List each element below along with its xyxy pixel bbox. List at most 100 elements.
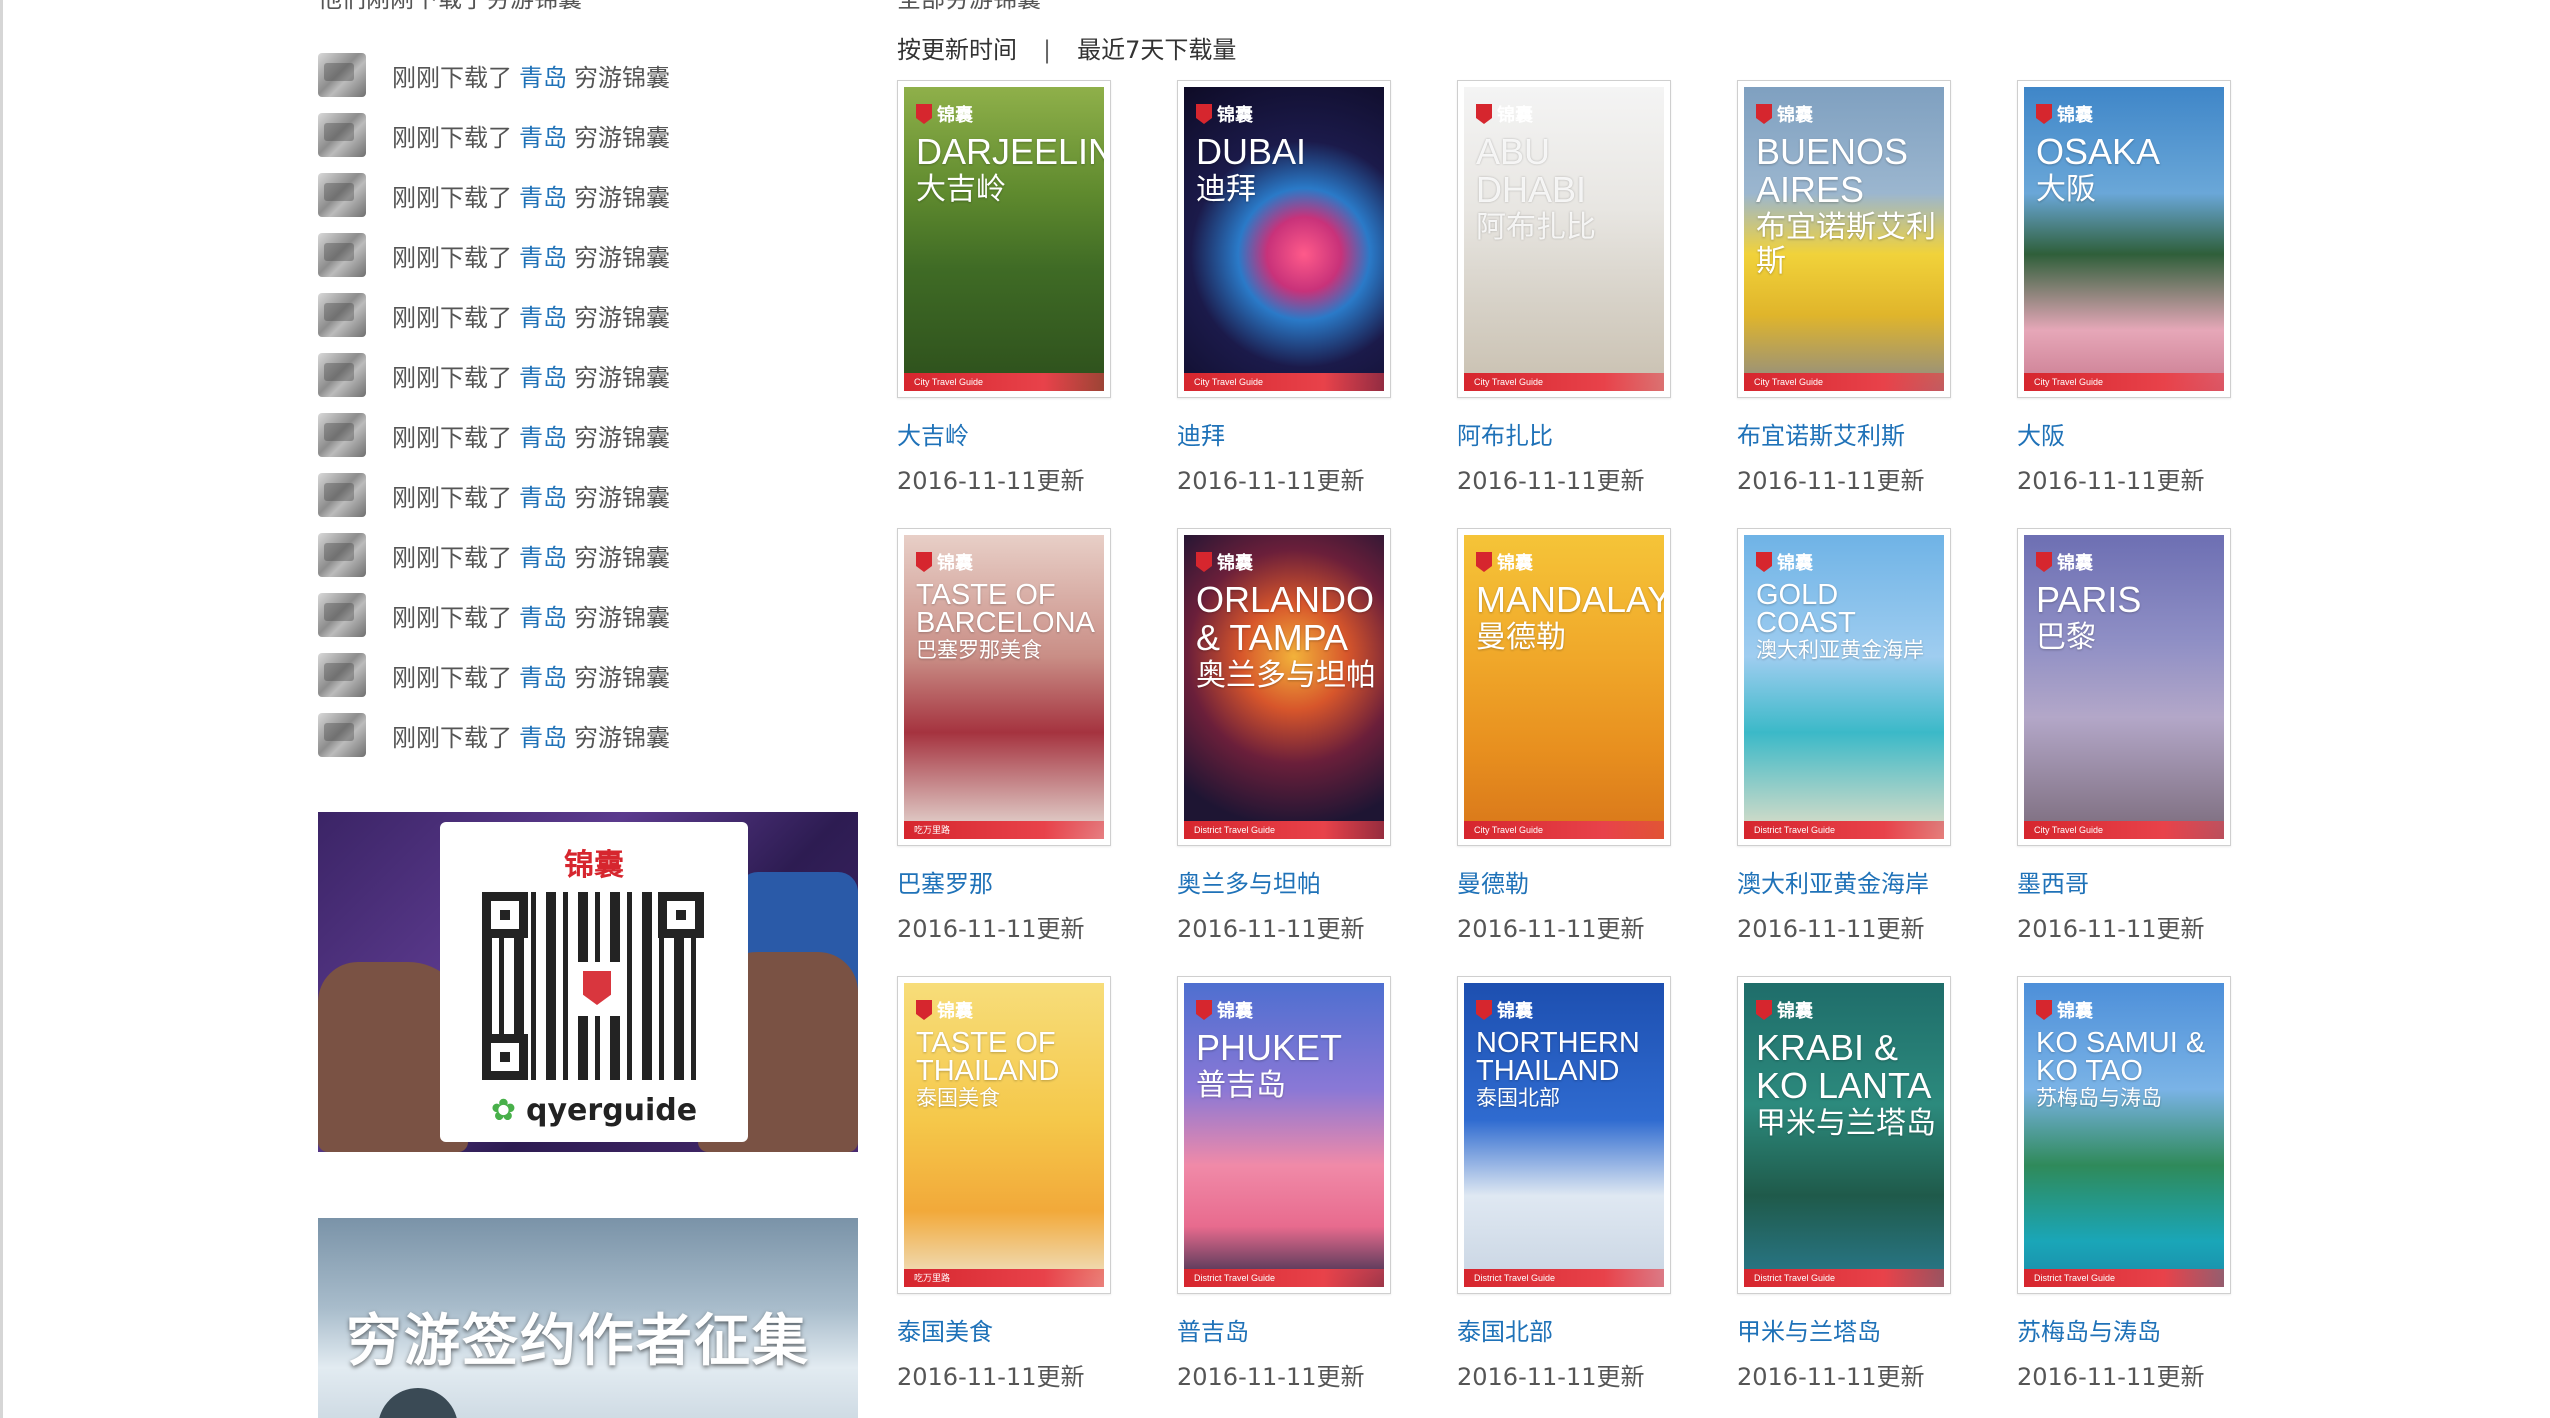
avatar[interactable] (318, 353, 366, 397)
guide-card[interactable]: 锦囊 PARIS 巴黎 City Travel Guide 墨西哥 2016-11-11更… (2017, 528, 2247, 944)
city-link[interactable]: 青岛 (519, 424, 567, 452)
avatar[interactable] (318, 713, 366, 757)
brand-logo-icon: 锦囊 (2036, 997, 2093, 1023)
avatar[interactable] (318, 653, 366, 697)
city-link[interactable]: 青岛 (519, 124, 567, 152)
avatar[interactable] (318, 113, 366, 157)
avatar[interactable] (318, 533, 366, 577)
guide-cover[interactable]: 锦囊 GOLD COAST 澳大利亚黄金海岸 District Travel Guid… (1737, 528, 1951, 846)
city-link[interactable]: 青岛 (519, 724, 567, 752)
guide-title-link[interactable]: 阿布扎比 (1457, 416, 1687, 451)
guide-card[interactable]: 锦囊 DARJEELING大吉岭 City Travel Guide 大吉岭 2016-… (897, 80, 1127, 496)
guide-cover[interactable]: 锦囊 DARJEELING大吉岭 City Travel Guide (897, 80, 1111, 398)
recent-download-text: 刚刚下载了 青岛 穷游锦囊 (392, 238, 670, 273)
cover-band: District Travel Guide (1184, 1269, 1384, 1287)
sort-by-downloads-link[interactable]: 最近7天下载量 (1077, 36, 1236, 64)
guide-title-link[interactable]: 泰国美食 (897, 1312, 1127, 1347)
recent-download-text: 刚刚下载了 青岛 穷游锦囊 (392, 478, 670, 513)
recent-prefix: 刚刚下载了 (392, 663, 512, 692)
guide-cover[interactable]: 锦囊 ORLANDO & TAMPA 奥兰多与坦帕 District Travel G… (1177, 528, 1391, 846)
guide-cover[interactable]: 锦囊 KO SAMUI & KO TAO 苏梅岛与涛岛 District Travel… (2017, 976, 2231, 1294)
guide-cover-image: 锦囊 NORTHERN THAILAND 泰国北部 District Travel G… (1464, 983, 1664, 1287)
guide-card[interactable]: 锦囊 TASTE OF THAILAND 泰国美食 吃万里路 泰国美食 2016-11-1… (897, 976, 1127, 1392)
guide-card[interactable]: 锦囊 PHUKET 普吉岛 District Travel Guide 普吉岛 2016-… (1177, 976, 1407, 1392)
city-link[interactable]: 青岛 (519, 364, 567, 392)
sort-bar: 按更新时间 | 最近7天下载量 (897, 30, 1236, 65)
avatar[interactable] (318, 53, 366, 97)
guide-card[interactable]: 锦囊 KO SAMUI & KO TAO 苏梅岛与涛岛 District Travel… (2017, 976, 2247, 1392)
city-link[interactable]: 青岛 (519, 244, 567, 272)
guide-title-link[interactable]: 墨西哥 (2017, 864, 2247, 899)
brand-logo-icon: 锦囊 (916, 101, 973, 127)
city-link[interactable]: 青岛 (519, 304, 567, 332)
guide-cover[interactable]: 锦囊 NORTHERN THAILAND 泰国北部 District Travel G… (1457, 976, 1671, 1294)
guide-title-link[interactable]: 迪拜 (1177, 416, 1407, 451)
guide-card[interactable]: 锦囊 ABU DHABI 阿布扎比 City Travel Guide 阿布扎比 2016… (1457, 80, 1687, 496)
guide-card[interactable]: 锦囊 BUENOS AIRES 布宜诺斯艾利斯 City Travel Guide 布宜… (1737, 80, 1967, 496)
avatar[interactable] (318, 293, 366, 337)
guide-title-link[interactable]: 泰国北部 (1457, 1312, 1687, 1347)
guide-card[interactable]: 锦囊 DUBAI 迪拜 City Travel Guide 迪拜 2016-11-11更新 (1177, 80, 1407, 496)
guide-title-link[interactable]: 苏梅岛与涛岛 (2017, 1312, 2247, 1347)
guide-update-date: 2016-11-11更新 (2017, 1363, 2205, 1391)
cover-english-title: OSAKA 大阪 (2036, 133, 2218, 207)
guide-cover[interactable]: 锦囊 KRABI & KO LANTA 甲米与兰塔岛 District Travel … (1737, 976, 1951, 1294)
guide-title-link[interactable]: 布宜诺斯艾利斯 (1737, 416, 1967, 451)
recent-suffix: 穷游锦囊 (574, 483, 670, 512)
city-link[interactable]: 青岛 (519, 604, 567, 632)
recent-prefix: 刚刚下载了 (392, 303, 512, 332)
cover-band: City Travel Guide (1464, 821, 1664, 839)
recent-downloads-list: 刚刚下载了 青岛 穷游锦囊 刚刚下载了 青岛 穷游锦囊 刚刚下载了 青岛 穷游锦囊 刚刚下载了 青岛… (318, 45, 838, 765)
guide-cover[interactable]: 锦囊 MANDALAY 曼德勒 City Travel Guide (1457, 528, 1671, 846)
guide-title-link[interactable]: 大吉岭 (897, 416, 1127, 451)
recent-prefix: 刚刚下载了 (392, 243, 512, 272)
city-link[interactable]: 青岛 (519, 484, 567, 512)
guide-card[interactable]: 锦囊 GOLD COAST 澳大利亚黄金海岸 District Travel Guid… (1737, 528, 1967, 944)
cover-english-title: MANDALAY 曼德勒 (1476, 579, 1664, 655)
guide-update-date: 2016-11-11更新 (1177, 915, 1365, 943)
wechat-qr-banner[interactable]: 锦囊 ✿ qyerguide (318, 812, 858, 1152)
guide-cover[interactable]: 锦囊 OSAKA 大阪 City Travel Guide (2017, 80, 2231, 398)
cover-english-title: TASTE OF THAILAND 泰国美食 (916, 1029, 1098, 1111)
guide-title-link[interactable]: 巴塞罗那 (897, 864, 1127, 899)
guide-cover[interactable]: 锦囊 TASTE OF THAILAND 泰国美食 吃万里路 (897, 976, 1111, 1294)
guide-title-link[interactable]: 曼德勒 (1457, 864, 1687, 899)
cover-english-title: ABU DHABI 阿布扎比 (1476, 133, 1658, 245)
guide-title-link[interactable]: 澳大利亚黄金海岸 (1737, 864, 1967, 899)
avatar[interactable] (318, 473, 366, 517)
guide-title-link[interactable]: 普吉岛 (1177, 1312, 1407, 1347)
guide-update-date: 2016-11-11更新 (1457, 915, 1645, 943)
city-link[interactable]: 青岛 (519, 64, 567, 92)
guide-cover[interactable]: 锦囊 DUBAI 迪拜 City Travel Guide (1177, 80, 1391, 398)
guide-card[interactable]: 锦囊 KRABI & KO LANTA 甲米与兰塔岛 District Travel … (1737, 976, 1967, 1392)
avatar[interactable] (318, 233, 366, 277)
avatar[interactable] (318, 593, 366, 637)
guide-cover[interactable]: 锦囊 TASTE OF BARCELONA 巴塞罗那美食 吃万里路 (897, 528, 1111, 846)
guide-cover[interactable]: 锦囊 PARIS 巴黎 City Travel Guide (2017, 528, 2231, 846)
guide-card[interactable]: 锦囊 ORLANDO & TAMPA 奥兰多与坦帕 District Travel G… (1177, 528, 1407, 944)
cover-chinese-title: 巴黎 (2036, 621, 2096, 654)
city-link[interactable]: 青岛 (519, 664, 567, 692)
guide-card[interactable]: 锦囊 MANDALAY 曼德勒 City Travel Guide 曼德勒 2016-11… (1457, 528, 1687, 944)
recent-download-text: 刚刚下载了 青岛 穷游锦囊 (392, 718, 670, 753)
city-link[interactable]: 青岛 (519, 544, 567, 572)
cover-english-title: PHUKET 普吉岛 (1196, 1029, 1378, 1103)
avatar[interactable] (318, 173, 366, 217)
guide-card[interactable]: 锦囊 NORTHERN THAILAND 泰国北部 District Travel G… (1457, 976, 1687, 1392)
guide-card[interactable]: 锦囊 TASTE OF BARCELONA 巴塞罗那美食 吃万里路 巴塞罗那 2016-1… (897, 528, 1127, 944)
guide-card[interactable]: 锦囊 OSAKA 大阪 City Travel Guide 大阪 2016-11-11更新 (2017, 80, 2247, 496)
guide-title-link[interactable]: 大阪 (2017, 416, 2247, 451)
brand-logo-icon: 锦囊 (1476, 549, 1533, 575)
author-recruit-title: 穷游签约作者征集 (346, 1309, 810, 1374)
recent-suffix: 穷游锦囊 (574, 663, 670, 692)
guide-title-link[interactable]: 奥兰多与坦帕 (1177, 864, 1407, 899)
city-link[interactable]: 青岛 (519, 184, 567, 212)
guide-title-link[interactable]: 甲米与兰塔岛 (1737, 1312, 1967, 1347)
cover-band: City Travel Guide (2024, 373, 2224, 391)
sort-by-update-link[interactable]: 按更新时间 (897, 36, 1017, 64)
guide-cover[interactable]: 锦囊 PHUKET 普吉岛 District Travel Guide (1177, 976, 1391, 1294)
avatar[interactable] (318, 413, 366, 457)
guide-cover[interactable]: 锦囊 BUENOS AIRES 布宜诺斯艾利斯 City Travel Guide (1737, 80, 1951, 398)
author-recruit-banner[interactable]: 穷游签约作者征集 (318, 1218, 858, 1418)
guide-cover[interactable]: 锦囊 ABU DHABI 阿布扎比 City Travel Guide (1457, 80, 1671, 398)
